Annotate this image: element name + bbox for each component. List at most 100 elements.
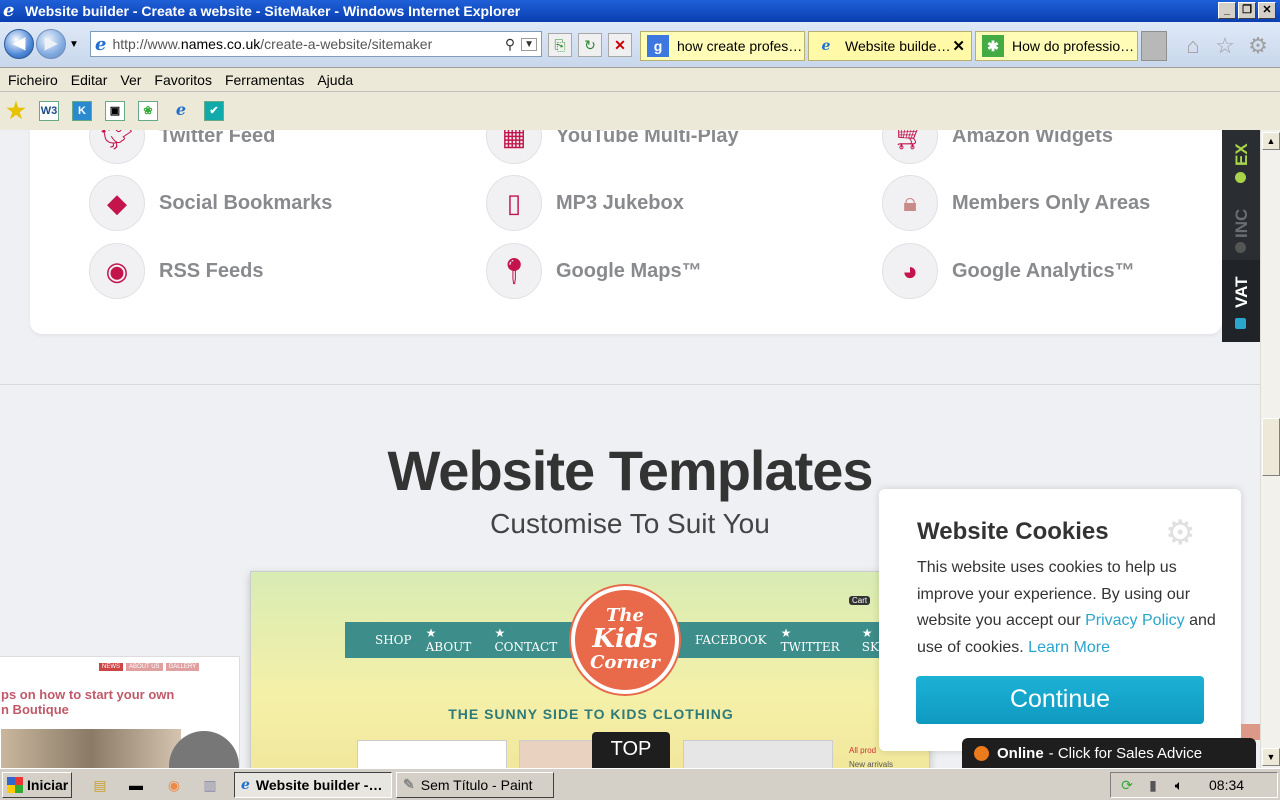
favorites-star-icon[interactable]: ☆ xyxy=(1212,33,1238,59)
tab-how-do-professionals[interactable]: ✱ How do professio… xyxy=(975,31,1138,61)
signal-icon[interactable]: ▮ xyxy=(1143,777,1163,794)
kids-corner-logo: The Kids Corner xyxy=(571,586,679,694)
template-headline-line: ps on how to start your own xyxy=(1,687,175,702)
feature-google-maps: 📍︎ Google Maps™ xyxy=(486,243,702,299)
minimize-button[interactable]: _ xyxy=(1218,2,1236,19)
sales-chat-button[interactable]: Online - Click for Sales Advice xyxy=(962,738,1256,768)
task-website-builder[interactable]: e Website builder -… xyxy=(234,772,392,798)
vat-ex-option[interactable]: EX xyxy=(1222,130,1260,194)
k-icon[interactable]: K xyxy=(72,101,92,121)
terminal-icon[interactable]: ▬ xyxy=(126,776,146,794)
navigation-bar: ◀ ▶ ▼ e http://www. names.co.uk/create-a-… xyxy=(0,22,1280,68)
cookie-gear-icon: ⚙ xyxy=(1165,514,1196,552)
gear-icon[interactable]: ⚙ xyxy=(1245,33,1271,59)
ie-favorite-icon[interactable]: e xyxy=(171,101,191,121)
vertical-scrollbar[interactable]: ▲ ▼ xyxy=(1260,130,1280,768)
feature-mp3-jukebox: ▯ MP3 Jukebox xyxy=(486,175,684,231)
vat-toggle-panel: EX INC VAT xyxy=(1222,130,1260,342)
forward-button[interactable]: ▶ xyxy=(36,29,66,59)
vat-info-option[interactable]: VAT xyxy=(1222,260,1260,342)
history-dropdown-icon[interactable]: ▼ xyxy=(69,39,79,50)
firefox-icon[interactable]: ◉ xyxy=(164,776,184,794)
scroll-up-arrow-icon[interactable]: ▲ xyxy=(1262,132,1280,150)
menu-edit[interactable]: Editar xyxy=(71,72,108,88)
template-nav-item: NEWS xyxy=(99,663,123,671)
bookmark-icon: ◆ xyxy=(89,175,145,231)
preview-tagline: THE SUNNY SIDE TO KIDS CLOTHING xyxy=(448,706,734,722)
tab-google-search[interactable]: g how create profes… xyxy=(640,31,805,61)
info-icon xyxy=(1235,318,1246,329)
scrollbar-thumb[interactable] xyxy=(1262,418,1280,476)
windows-taskbar: Iniciar ▤ ▬ ◉ ▥ e Website builder -… ✎ S… xyxy=(0,768,1280,800)
pie-icon: ◕ xyxy=(882,243,938,299)
home-icon[interactable]: ⌂ xyxy=(1180,33,1206,59)
preview-nav-item: ★ ABOUT xyxy=(425,626,472,654)
feature-amazon-widgets: 🛒︎ Amazon Widgets xyxy=(882,130,1113,164)
back-button[interactable]: ◀ xyxy=(4,29,34,59)
template-headline: ps on how to start your own n Boutique xyxy=(1,687,174,717)
preview-nav-item: ★ TWITTER xyxy=(780,626,840,654)
menu-favorites[interactable]: Favoritos xyxy=(154,72,212,88)
document-icon[interactable]: ▥ xyxy=(200,776,220,794)
search-icon[interactable]: ⚲ xyxy=(505,36,515,53)
leaf-icon[interactable]: ❀ xyxy=(138,101,158,121)
address-dropdown-icon[interactable]: ▼ xyxy=(521,37,537,51)
tab-label: How do professio… xyxy=(1012,38,1135,54)
template-preview-boutique[interactable]: NEWS ABOUT US GALLERY ps on how to start… xyxy=(0,656,240,768)
preview-product-thumb xyxy=(683,740,833,768)
close-window-button[interactable]: ✕ xyxy=(1258,2,1276,19)
compatibility-view-icon[interactable]: ⎘ xyxy=(548,33,572,57)
template-image xyxy=(1,729,181,768)
tab-website-builder[interactable]: e Website builde… ✕ xyxy=(808,31,972,61)
template-preview-kids-corner[interactable]: Cart SHOP ★ ABOUT ★ CONTACT FACEBOOK ★ T… xyxy=(250,571,930,768)
ie-task-icon: e xyxy=(241,777,250,793)
start-label: Iniciar xyxy=(27,777,69,793)
bookmark-favorite-icon[interactable]: ✔ xyxy=(204,101,224,121)
vat-inc-option[interactable]: INC xyxy=(1222,194,1260,260)
tab-close-icon[interactable]: ✕ xyxy=(952,37,965,55)
folder-icon[interactable]: ▤ xyxy=(90,776,110,794)
ipod-icon: ▯ xyxy=(486,175,542,231)
cookie-consent-dialog: Website Cookies ⚙ This website uses cook… xyxy=(879,489,1241,751)
puzzle-icon: ✱ xyxy=(982,35,1004,57)
w3-icon[interactable]: W3 xyxy=(39,101,59,121)
continue-button[interactable]: Continue xyxy=(916,676,1204,724)
template-nav-item: ABOUT US xyxy=(126,663,163,671)
new-tab-button[interactable] xyxy=(1141,31,1167,61)
film-icon: ▦ xyxy=(486,130,542,164)
feature-label: Twitter Feed xyxy=(159,130,276,147)
add-favorite-star-icon[interactable]: ★ xyxy=(6,100,26,122)
feature-youtube-multi-play: ▦ YouTube Multi-Play xyxy=(486,130,739,164)
preview-nav-item: ★ CONTACT xyxy=(494,626,558,654)
chat-status: Online xyxy=(997,744,1044,762)
menu-view[interactable]: Ver xyxy=(120,72,141,88)
logo-text: Corner xyxy=(590,651,660,673)
menu-file[interactable]: Ficheiro xyxy=(8,72,58,88)
start-button[interactable]: Iniciar xyxy=(2,772,72,798)
feature-social-bookmarks: ◆ Social Bookmarks xyxy=(89,175,332,231)
refresh-icon[interactable]: ↻ xyxy=(578,33,602,57)
feature-label: Google Maps™ xyxy=(556,259,702,282)
window-titlebar: e Website builder - Create a website - S… xyxy=(0,0,1280,22)
security-icon[interactable]: ⟳ xyxy=(1117,777,1137,794)
feature-label: Social Bookmarks xyxy=(159,191,333,214)
map-pin-icon: 📍︎ xyxy=(486,243,542,299)
tab-label: Website builde… xyxy=(845,38,951,54)
volume-icon[interactable]: 🔈︎ xyxy=(1169,777,1189,794)
privacy-policy-link[interactable]: Privacy Policy xyxy=(1085,612,1185,629)
learn-more-link[interactable]: Learn More xyxy=(1028,639,1110,656)
tab-label: how create profes… xyxy=(677,38,803,54)
menu-help[interactable]: Ajuda xyxy=(317,72,353,88)
qr-icon[interactable]: ▣ xyxy=(105,101,125,121)
stop-icon[interactable]: ✕ xyxy=(608,33,632,57)
restore-button[interactable]: ❐ xyxy=(1238,2,1256,19)
scroll-down-arrow-icon[interactable]: ▼ xyxy=(1262,748,1280,766)
scroll-to-top-button[interactable]: TOP xyxy=(592,732,670,768)
address-bar[interactable]: e http://www. names.co.uk/create-a-websit… xyxy=(90,31,542,57)
clock[interactable]: 08:34 xyxy=(1209,777,1244,793)
task-paint[interactable]: ✎ Sem Título - Paint xyxy=(396,772,554,798)
page-ie-icon: e xyxy=(95,33,107,55)
vat-inc-label: INC xyxy=(1232,208,1251,238)
menu-tools[interactable]: Ferramentas xyxy=(225,72,304,88)
google-icon: g xyxy=(647,35,669,57)
